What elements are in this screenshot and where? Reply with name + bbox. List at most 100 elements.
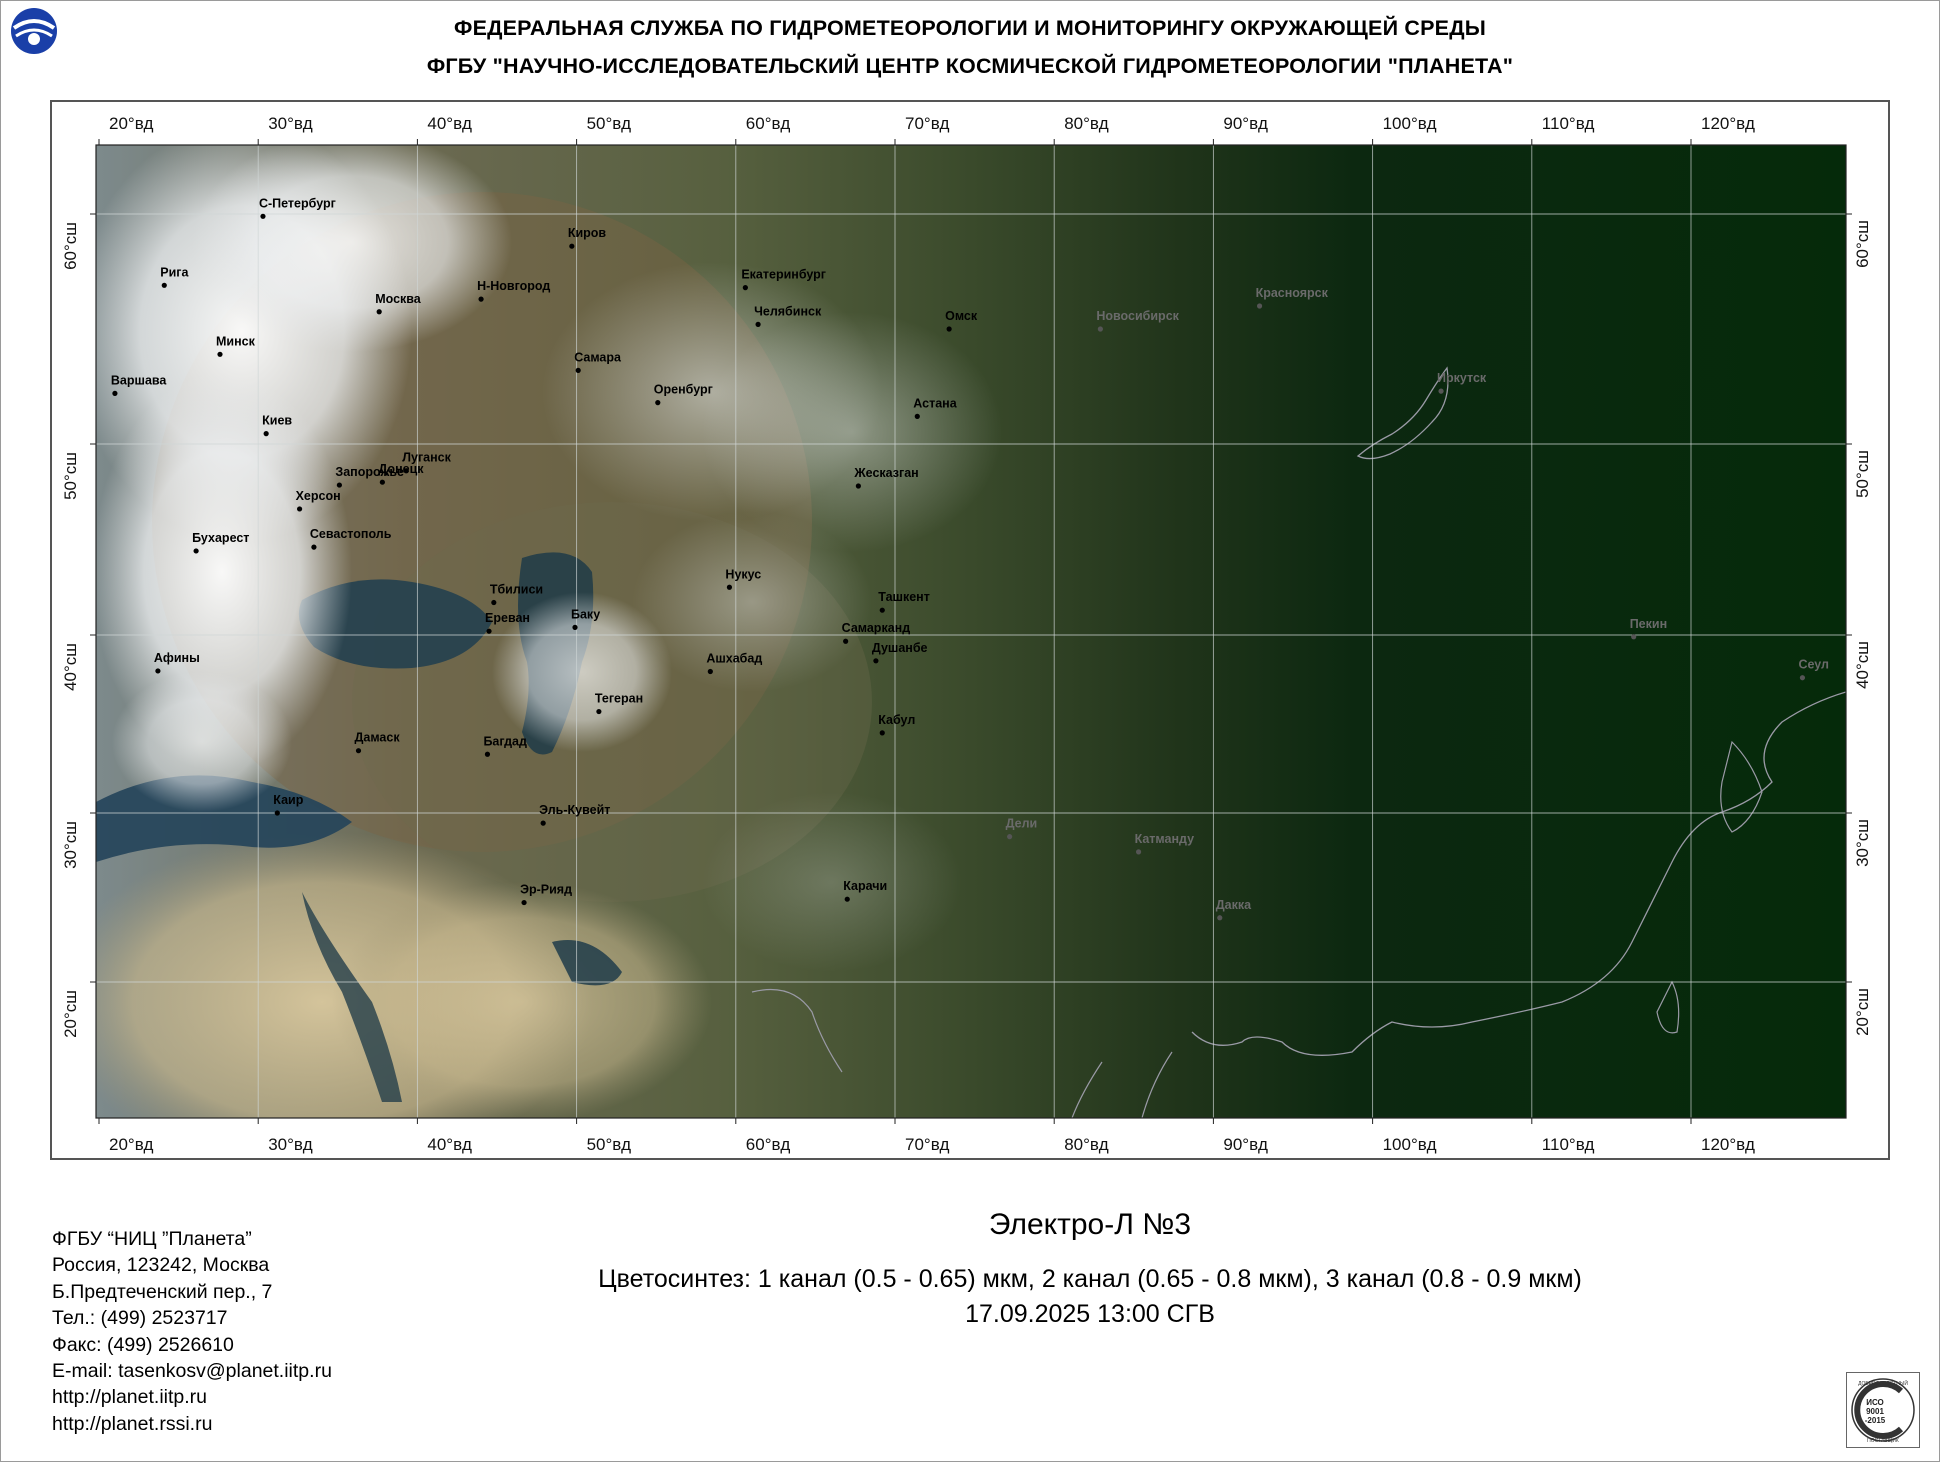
city-dot bbox=[1007, 834, 1013, 840]
city-dot bbox=[742, 285, 748, 291]
city-dot bbox=[484, 751, 491, 757]
city-label: Дамаск bbox=[354, 731, 400, 745]
city-dot bbox=[1135, 849, 1142, 855]
city-label: Дели bbox=[1006, 817, 1038, 831]
city-label: Карачи bbox=[843, 879, 887, 893]
satellite-map: 20°вд 20°вд 30°вд 30°вд 40°вд 40°вд 50°вд 50°вд… bbox=[61, 114, 1872, 1154]
latitude-label-left: 60°сш bbox=[61, 222, 80, 270]
city-dot bbox=[1438, 388, 1444, 394]
city-label: Душанбе bbox=[872, 641, 928, 655]
city-label: Москва bbox=[375, 292, 422, 306]
city-dot bbox=[486, 628, 492, 634]
city-dot bbox=[155, 668, 161, 674]
city-label: Каир bbox=[273, 793, 303, 807]
city-dot bbox=[726, 584, 733, 590]
latitude-label-left: 50°сш bbox=[61, 452, 80, 500]
city-dot bbox=[355, 748, 362, 754]
latitude-label-right: 30°сш bbox=[1853, 819, 1872, 867]
email-text: E-mail: tasenkosv@planet.iitp.ru bbox=[52, 1360, 332, 1383]
latitude-label-right: 20°сш bbox=[1853, 988, 1872, 1036]
city-label: Ташкент bbox=[878, 590, 930, 604]
city-dot bbox=[193, 548, 199, 554]
satellite-title: Электро-Л №3 bbox=[988, 1208, 1192, 1241]
iso-mid-2: 9001 bbox=[1866, 1407, 1884, 1416]
city-dot bbox=[843, 638, 849, 644]
city-dot bbox=[596, 708, 602, 715]
fax-text: Факс: (499) 2526610 bbox=[52, 1333, 234, 1356]
city-dot bbox=[914, 413, 920, 419]
city-dot bbox=[217, 351, 223, 357]
header-line-2: ФГБУ "НАУЧНО-ИССЛЕДОВАТЕЛЬСКИЙ ЦЕНТР КОС… bbox=[426, 54, 1514, 78]
city-dot bbox=[1631, 634, 1637, 640]
city-label: Ашхабад bbox=[706, 651, 762, 665]
city-label: Н-Новгород bbox=[477, 279, 550, 293]
iso-top-text: ДОБРОСОВЕСТНЫЙ bbox=[1858, 1379, 1908, 1387]
latitude-label-left: 30°сш bbox=[61, 821, 80, 869]
city-dot bbox=[879, 730, 885, 736]
city-dot bbox=[296, 506, 303, 512]
city-label: Омск bbox=[945, 309, 978, 323]
city-label: Жесказган bbox=[853, 466, 918, 480]
city-label: Нукус bbox=[725, 567, 761, 581]
satellite-datetime: 17.09.2025 13:00 СГВ bbox=[965, 1300, 1215, 1328]
longitude-label-bottom: 20°вд bbox=[109, 1135, 154, 1154]
longitude-label-bottom: 40°вд bbox=[427, 1135, 472, 1154]
header-line-1: ФЕДЕРАЛЬНАЯ СЛУЖБА ПО ГИДРОМЕТЕОРОЛОГИИ … bbox=[454, 16, 1486, 40]
longitude-label-bottom: 110°вд bbox=[1542, 1135, 1595, 1154]
longitude-label-top: 50°вд bbox=[587, 114, 632, 133]
city-dot bbox=[478, 296, 484, 302]
city-label: Бухарест bbox=[192, 531, 249, 545]
city-dot bbox=[161, 282, 167, 288]
city-label: Дакка bbox=[1216, 898, 1252, 912]
website-link-2[interactable]: http://planet.rssi.ru bbox=[52, 1411, 332, 1437]
longitude-label-bottom: 120°вд bbox=[1701, 1135, 1755, 1154]
city-label: Самарканд bbox=[842, 621, 911, 635]
city-dot bbox=[855, 483, 861, 489]
city-label: Красноярск bbox=[1256, 286, 1329, 300]
latitude-label-right: 60°сш bbox=[1853, 220, 1872, 268]
city-dot bbox=[575, 367, 581, 373]
map-frame: 20°вд 20°вд 30°вд 30°вд 40°вд 40°вд 50°вд 50°вд… bbox=[50, 100, 1890, 1160]
website-link-1[interactable]: http://planet.iitp.ru bbox=[52, 1384, 332, 1410]
longitude-label-top: 60°вд bbox=[746, 114, 791, 133]
city-label: Иркутск bbox=[1437, 371, 1487, 385]
city-label: Баку bbox=[571, 607, 600, 621]
iso-certificate-badge: ДОБРОСОВЕСТНЫЙ ИСО 9001 -2015 ПОСТАВЩИК bbox=[1846, 1372, 1920, 1448]
city-dot bbox=[311, 544, 317, 550]
longitude-label-top: 120°вд bbox=[1701, 114, 1755, 133]
longitude-label-top: 80°вд bbox=[1064, 114, 1109, 133]
longitude-label-bottom: 90°вд bbox=[1223, 1135, 1268, 1154]
city-dot bbox=[491, 599, 497, 606]
longitude-label-top: 20°вд bbox=[109, 114, 154, 133]
city-label: Тбилиси bbox=[490, 583, 543, 597]
city-label: Минск bbox=[216, 334, 256, 348]
city-label: Афины bbox=[154, 651, 200, 665]
longitude-label-bottom: 80°вд bbox=[1064, 1135, 1109, 1154]
city-dot bbox=[521, 899, 527, 906]
longitude-label-top: 90°вд bbox=[1223, 114, 1268, 133]
longitude-label-top: 100°вд bbox=[1383, 114, 1437, 133]
city-label: Ереван bbox=[485, 611, 530, 625]
city-dot bbox=[755, 321, 761, 327]
city-label: Оренбург bbox=[654, 383, 713, 397]
longitude-label-top: 40°вд bbox=[427, 114, 472, 133]
city-label: Кабул bbox=[878, 713, 915, 727]
city-label: Тегеран bbox=[595, 692, 643, 706]
city-label: С-Петербург bbox=[259, 196, 336, 210]
city-label: Эр-Рияд bbox=[520, 883, 572, 897]
city-dot bbox=[569, 243, 575, 249]
iso-mid-3: -2015 bbox=[1865, 1416, 1886, 1425]
longitude-label-top: 110°вд bbox=[1542, 114, 1595, 133]
city-dot bbox=[879, 607, 885, 613]
city-dot bbox=[376, 309, 382, 315]
longitude-label-bottom: 100°вд bbox=[1383, 1135, 1437, 1154]
latitude-label-right: 50°сш bbox=[1853, 450, 1872, 498]
city-dot bbox=[707, 668, 713, 675]
longitude-label-bottom: 50°вд bbox=[587, 1135, 632, 1154]
longitude-label-bottom: 70°вд bbox=[905, 1135, 950, 1154]
city-label: Киев bbox=[262, 414, 292, 428]
latitude-label-right: 40°сш bbox=[1853, 641, 1872, 689]
city-label: Катманду bbox=[1135, 832, 1195, 846]
city-dot bbox=[263, 431, 269, 437]
city-label: Самара bbox=[574, 350, 622, 364]
